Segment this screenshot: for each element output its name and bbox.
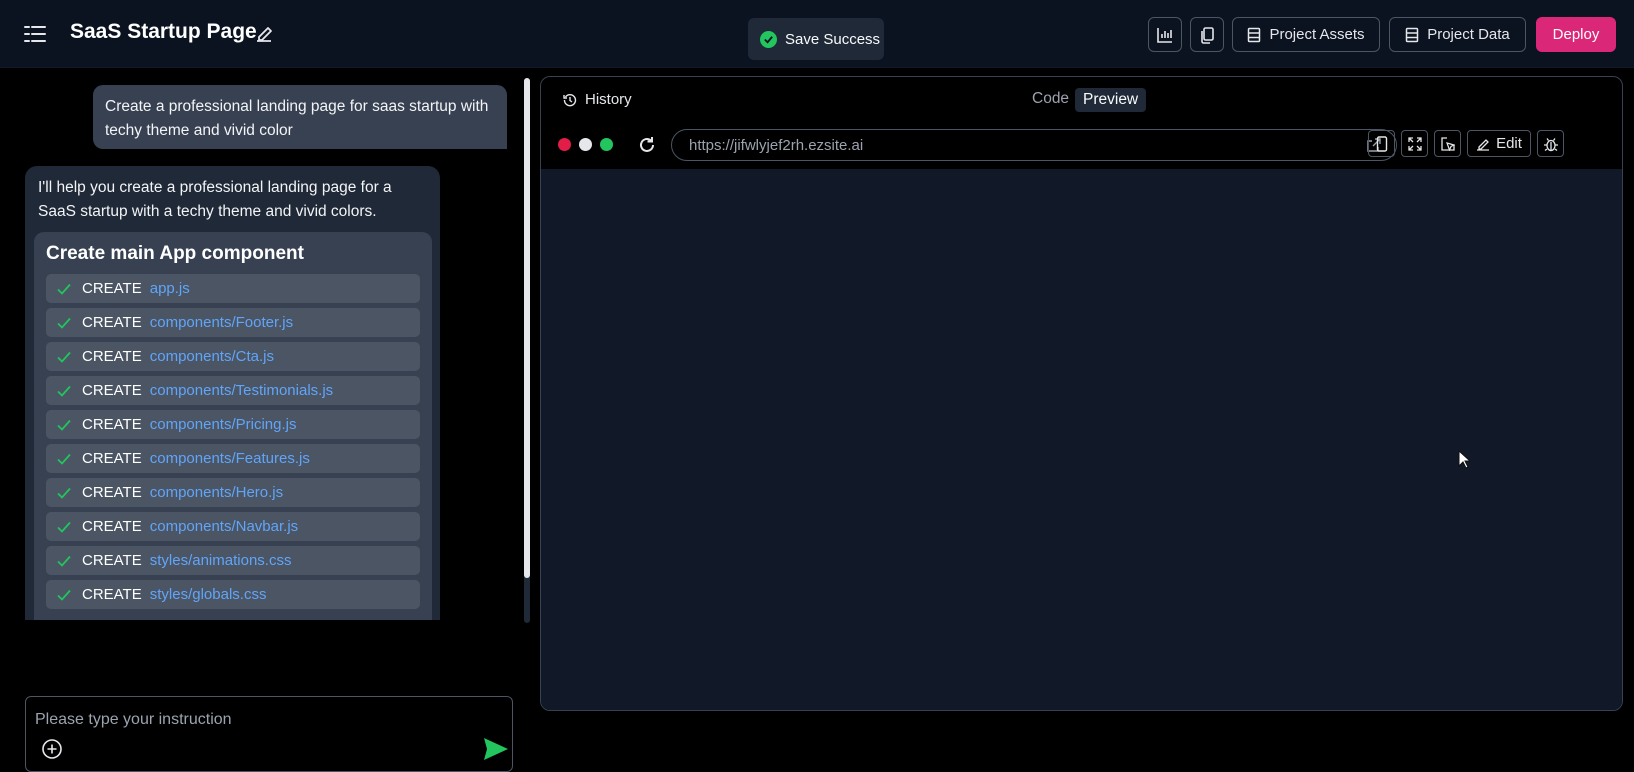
file-operation: CREATE <box>82 347 142 365</box>
file-path-link[interactable]: components/Features.js <box>150 447 310 471</box>
project-data-button[interactable]: Project Data <box>1389 17 1526 52</box>
check-icon <box>57 589 71 601</box>
scrollbar-thumb[interactable] <box>524 78 530 578</box>
file-row[interactable]: CREATE components/Testimonials.js <box>46 376 420 405</box>
file-path-link[interactable]: components/Hero.js <box>150 481 283 505</box>
tab-preview[interactable]: Preview <box>1075 88 1147 112</box>
url-bar[interactable]: https://jifwlyjef2rh.ezsite.ai <box>671 129 1397 161</box>
mobile-icon <box>1376 135 1387 152</box>
check-icon <box>57 317 71 329</box>
file-path-link[interactable]: styles/animations.css <box>150 549 292 573</box>
file-row[interactable]: CREATE components/Pricing.js <box>46 410 420 439</box>
instruction-input[interactable] <box>35 707 465 733</box>
file-row[interactable]: CREATE styles/animations.css <box>46 546 420 575</box>
task-card: Create main App component CREATE app.js CR… <box>34 232 432 620</box>
check-icon <box>57 385 71 397</box>
toast-label: Save Success <box>785 30 881 48</box>
save-toast: Save Success <box>748 18 884 60</box>
check-circle-icon <box>760 30 777 48</box>
check-icon <box>57 521 71 533</box>
database-icon <box>1248 27 1261 42</box>
check-icon <box>57 555 71 567</box>
file-row[interactable]: CREATE app.js <box>46 274 420 303</box>
window-dot-white <box>579 138 592 151</box>
task-title: Create main App component <box>46 243 304 264</box>
user-message: Create a professional landing page for s… <box>93 85 507 149</box>
window-dot-red <box>558 138 571 151</box>
file-path-link[interactable]: app.js <box>150 277 190 301</box>
file-path-link[interactable]: components/Pricing.js <box>150 413 297 437</box>
file-operation: CREATE <box>82 415 142 433</box>
file-list: CREATE app.js CREATE components/Footer.js CR… <box>46 274 420 609</box>
ai-message-text: I'll help you create a professional land… <box>38 179 392 220</box>
menu-icon[interactable] <box>24 24 46 44</box>
page-title: SaaS Startup Page <box>70 20 257 43</box>
file-path-link[interactable]: components/Testimonials.js <box>150 379 333 403</box>
file-path-link[interactable]: components/Footer.js <box>150 311 293 335</box>
copy-button[interactable] <box>1190 17 1224 52</box>
ai-message: I'll help you create a professional land… <box>25 166 440 620</box>
tab-code[interactable]: Code <box>1032 90 1069 108</box>
select-pointer-icon <box>1440 136 1455 151</box>
chat-messages[interactable]: Create a professional landing page for s… <box>0 68 518 620</box>
add-attachment-icon[interactable] <box>41 738 63 760</box>
mobile-view-button[interactable] <box>1368 130 1395 157</box>
deploy-button[interactable]: Deploy <box>1536 17 1616 52</box>
history-label: History <box>585 91 632 108</box>
file-path-link[interactable]: components/Navbar.js <box>150 515 298 539</box>
file-operation: CREATE <box>82 551 142 569</box>
edit-button[interactable]: Edit <box>1467 130 1531 157</box>
bug-icon <box>1543 137 1558 151</box>
preview-canvas[interactable] <box>541 169 1622 710</box>
file-row[interactable]: CREATE components/Navbar.js <box>46 512 420 541</box>
file-path-link[interactable]: components/Cta.js <box>150 345 274 369</box>
reload-icon[interactable] <box>637 135 657 155</box>
instruction-composer <box>25 696 513 772</box>
chat-panel: Create a professional landing page for s… <box>0 68 530 772</box>
file-operation: CREATE <box>82 381 142 399</box>
window-dot-green <box>600 138 613 151</box>
file-operation: CREATE <box>82 517 142 535</box>
fullscreen-button[interactable] <box>1401 130 1428 157</box>
file-row[interactable]: CREATE styles/globals.css <box>46 580 420 609</box>
file-operation: CREATE <box>82 313 142 331</box>
pencil-icon <box>1477 138 1490 151</box>
file-row[interactable]: CREATE components/Cta.js <box>46 342 420 371</box>
check-icon <box>57 453 71 465</box>
history-icon <box>563 93 577 106</box>
file-path-link[interactable]: styles/globals.css <box>150 583 267 607</box>
edit-title-icon[interactable] <box>254 24 274 44</box>
history-button[interactable]: History <box>563 91 632 108</box>
project-assets-button[interactable]: Project Assets <box>1232 17 1380 52</box>
project-data-label: Project Data <box>1427 26 1510 43</box>
debug-button[interactable] <box>1537 130 1564 157</box>
check-icon <box>57 283 71 295</box>
analytics-button[interactable] <box>1148 17 1182 52</box>
file-operation: CREATE <box>82 449 142 467</box>
database-icon <box>1405 27 1419 42</box>
file-row[interactable]: CREATE components/Hero.js <box>46 478 420 507</box>
edit-label: Edit <box>1496 135 1522 152</box>
file-operation: CREATE <box>82 585 142 603</box>
file-row[interactable]: CREATE components/Footer.js <box>46 308 420 337</box>
mouse-cursor-icon <box>1458 450 1472 469</box>
check-icon <box>57 419 71 431</box>
file-operation: CREATE <box>82 483 142 501</box>
check-icon <box>57 351 71 363</box>
select-element-button[interactable] <box>1434 130 1461 157</box>
file-row[interactable]: CREATE components/Features.js <box>46 444 420 473</box>
url-text: https://jifwlyjef2rh.ezsite.ai <box>689 136 864 154</box>
send-icon[interactable] <box>482 735 510 763</box>
expand-icon <box>1407 136 1422 151</box>
bar-chart-icon <box>1157 27 1172 43</box>
copy-icon <box>1201 26 1214 44</box>
file-operation: CREATE <box>82 279 142 297</box>
preview-panel: History Code Preview https://jifwlyjef2r… <box>540 76 1623 711</box>
project-assets-label: Project Assets <box>1269 26 1365 43</box>
check-icon <box>57 487 71 499</box>
top-bar: SaaS Startup Page Save Success Project A… <box>0 0 1634 68</box>
